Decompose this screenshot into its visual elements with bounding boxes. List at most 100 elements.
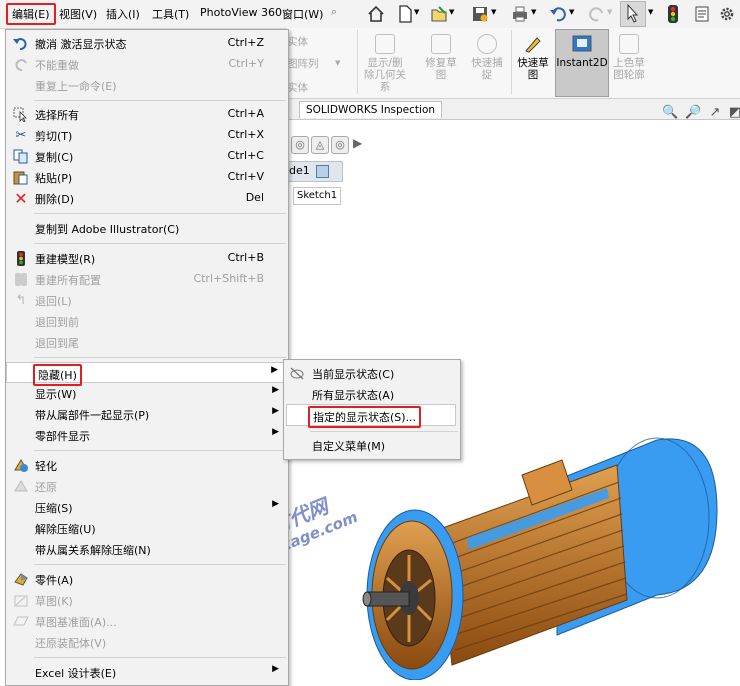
menu-item-label: 带从属部件一起显示(P) [35, 409, 150, 422]
select-button[interactable] [620, 1, 646, 27]
menu-item-select-all[interactable]: 选择所有 Ctrl+A [6, 104, 288, 125]
chevron-down-icon[interactable]: ▼ [491, 8, 496, 16]
menu-item-revert-assembly[interactable]: 还原装配体(V) [6, 632, 288, 653]
menu-item-sketch[interactable]: 草图(K) [6, 590, 288, 611]
menu-item-hide[interactable]: 隐藏(H) ▶ [6, 362, 288, 386]
menu-item-copy[interactable]: 复制(C) Ctrl+C [6, 146, 288, 167]
edit-menu-dropdown: 撤消 激活显示状态 Ctrl+Z 不能重做 Ctrl+Y 重复上一命令(E) 选… [5, 29, 289, 686]
zoom-to-area-icon[interactable]: 🔎 [685, 105, 701, 121]
menu-item-redo[interactable]: 不能重做 Ctrl+Y [6, 54, 288, 75]
menu-item-rebuild[interactable]: 重建模型(R) Ctrl+B [6, 248, 288, 269]
options-gear-icon[interactable] [718, 5, 736, 23]
menu-item-paste[interactable]: 粘贴(P) Ctrl+V [6, 167, 288, 188]
rapid-sketch-button[interactable]: 快速草图 [513, 34, 553, 81]
appearance-icon[interactable]: ◬ [311, 136, 329, 154]
chevron-down-icon: ▼ [335, 59, 341, 67]
pin-icon[interactable]: ⌕ [331, 5, 337, 19]
menu-item-shortcut: Ctrl+C [227, 149, 264, 162]
chevron-right-icon[interactable]: ▶ [353, 136, 362, 150]
submenu-item-label: 指定的显示状态(S)... [308, 406, 422, 428]
menu-view[interactable]: 视图(V) [59, 6, 97, 22]
menu-item-roll-to-end[interactable]: 退回到尾 [6, 332, 288, 353]
menu-item-label: 草图(K) [35, 595, 73, 608]
menu-item-suppress[interactable]: 压缩(S) ▶ [6, 497, 288, 518]
relations-icon [375, 34, 395, 54]
menu-item-show-with-dependents[interactable]: 带从属部件一起显示(P) ▶ [6, 404, 288, 425]
lightweight-icon [14, 459, 28, 472]
menu-item-roll-to-previous[interactable]: 退回到前 [6, 311, 288, 332]
menu-item-rollback[interactable]: ↰ 退回(L) [6, 290, 288, 311]
instant2d-button[interactable]: Instant2D [555, 29, 609, 97]
menu-separator [34, 450, 286, 451]
chevron-down-icon[interactable]: ▼ [607, 8, 612, 16]
menu-item-label: 不能重做 [35, 59, 79, 72]
button-label: 上色草图轮廓 [613, 57, 645, 81]
chevron-down-icon[interactable]: ▼ [648, 8, 653, 16]
undo-icon[interactable] [549, 5, 567, 23]
menu-edit[interactable]: 编辑(E) [6, 3, 56, 25]
new-document-icon[interactable] [396, 5, 414, 23]
menu-insert[interactable]: 插入(I) [106, 6, 140, 22]
menu-item-component-display[interactable]: 零部件显示 ▶ [6, 425, 288, 446]
zoom-to-fit-icon[interactable]: 🔍 [662, 105, 678, 121]
shaded-sketch-contours-button[interactable]: 上色草图轮廓 [609, 34, 649, 81]
tree-node-part[interactable]: de1 [287, 161, 343, 182]
chevron-down-icon[interactable]: ▼ [449, 8, 454, 16]
command-manager-ribbon: 实体 图阵列 ▼ 实体 显示/删除几何关系 修复草图 快速捕捉 快速草图 Ins… [287, 28, 740, 99]
menu-item-label: 重建模型(R) [35, 253, 96, 266]
delete-icon: ✕ [14, 189, 28, 208]
submenu-item-specified-display-state[interactable]: 指定的显示状态(S)... [286, 404, 456, 428]
menu-item-lightweight[interactable]: 轻化 [6, 455, 288, 476]
tab-solidworks-inspection[interactable]: SOLIDWORKS Inspection [299, 101, 443, 118]
menu-item-sketch-plane[interactable]: 草图基准面(A)... [6, 611, 288, 632]
display-delete-relations-button[interactable]: 显示/删除几何关系 [363, 34, 407, 93]
home-icon[interactable] [367, 5, 385, 23]
menu-item-undo[interactable]: 撤消 激活显示状态 Ctrl+Z [6, 33, 288, 54]
tree-node-sketch[interactable]: Sketch1 [293, 187, 342, 205]
menu-item-resolve[interactable]: 还原 [6, 476, 288, 497]
scene-icon[interactable]: ◎ [331, 136, 349, 154]
redo-icon[interactable] [588, 5, 606, 23]
menu-item-label: 解除压缩(U) [35, 523, 96, 536]
chevron-down-icon[interactable]: ▼ [569, 8, 574, 16]
repair-sketch-button[interactable]: 修复草图 [421, 34, 461, 81]
menu-item-label: 复制(C) [35, 151, 74, 164]
menu-photoview[interactable]: PhotoView 360 [200, 6, 282, 19]
menu-item-part[interactable]: 零件(A) [6, 569, 288, 590]
submenu-item-current-display-state[interactable]: 当前显示状态(C) [284, 363, 460, 384]
menu-item-shortcut: Ctrl+Y [228, 57, 264, 70]
menu-item-label: 粘贴(P) [35, 172, 73, 185]
open-icon[interactable] [430, 5, 448, 23]
section-view-icon[interactable]: ◩ [727, 105, 740, 121]
save-icon[interactable] [471, 5, 489, 23]
sketch-icon [14, 595, 28, 607]
menu-item-delete[interactable]: ✕ 删除(D) Del [6, 188, 288, 209]
menu-window[interactable]: 窗口(W) [282, 6, 323, 22]
menu-item-unsuppress[interactable]: 解除压缩(U) [6, 518, 288, 539]
select-arrow-icon [627, 3, 639, 23]
submenu-item-all-display-states[interactable]: 所有显示状态(A) [284, 384, 460, 405]
rebuild-traffic-light-icon[interactable] [667, 4, 679, 24]
menu-tools[interactable]: 工具(T) [152, 6, 189, 22]
chevron-down-icon[interactable]: ▼ [531, 8, 536, 16]
submenu-item-customize-menu[interactable]: 自定义菜单(M) [284, 435, 460, 456]
quick-snaps-button[interactable]: 快速捕捉 [467, 34, 507, 81]
menu-item-copy-to-illustrator[interactable]: 复制到 Adobe Illustrator(C) [6, 218, 288, 239]
menu-item-excel-design-table[interactable]: Excel 设计表(E) ▶ [6, 662, 288, 683]
menu-separator [310, 431, 458, 432]
menu-item-label: 重建所有配置 [35, 274, 101, 287]
menu-item-repeat-last[interactable]: 重复上一命令(E) [6, 75, 288, 96]
menu-item-label: 退回到尾 [35, 337, 79, 350]
previous-view-icon[interactable]: ↗ [707, 105, 723, 121]
chevron-down-icon[interactable]: ▼ [414, 8, 419, 16]
button-label: 显示/删除几何关系 [364, 57, 406, 93]
file-properties-icon[interactable] [693, 5, 711, 23]
print-icon[interactable] [511, 5, 529, 23]
menu-item-cut[interactable]: ✂ 剪切(T) Ctrl+X [6, 125, 288, 146]
menu-item-unsuppress-with-dependents[interactable]: 带从属关系解除压缩(N) [6, 539, 288, 560]
menu-item-show[interactable]: 显示(W) ▶ [6, 383, 288, 404]
display-state-icon[interactable]: ◎ [291, 136, 309, 154]
sketch-plane-icon [13, 616, 29, 626]
menu-item-rebuild-all[interactable]: 重建所有配置 Ctrl+Shift+B [6, 269, 288, 290]
submenu-item-label: 自定义菜单(M) [312, 440, 386, 453]
